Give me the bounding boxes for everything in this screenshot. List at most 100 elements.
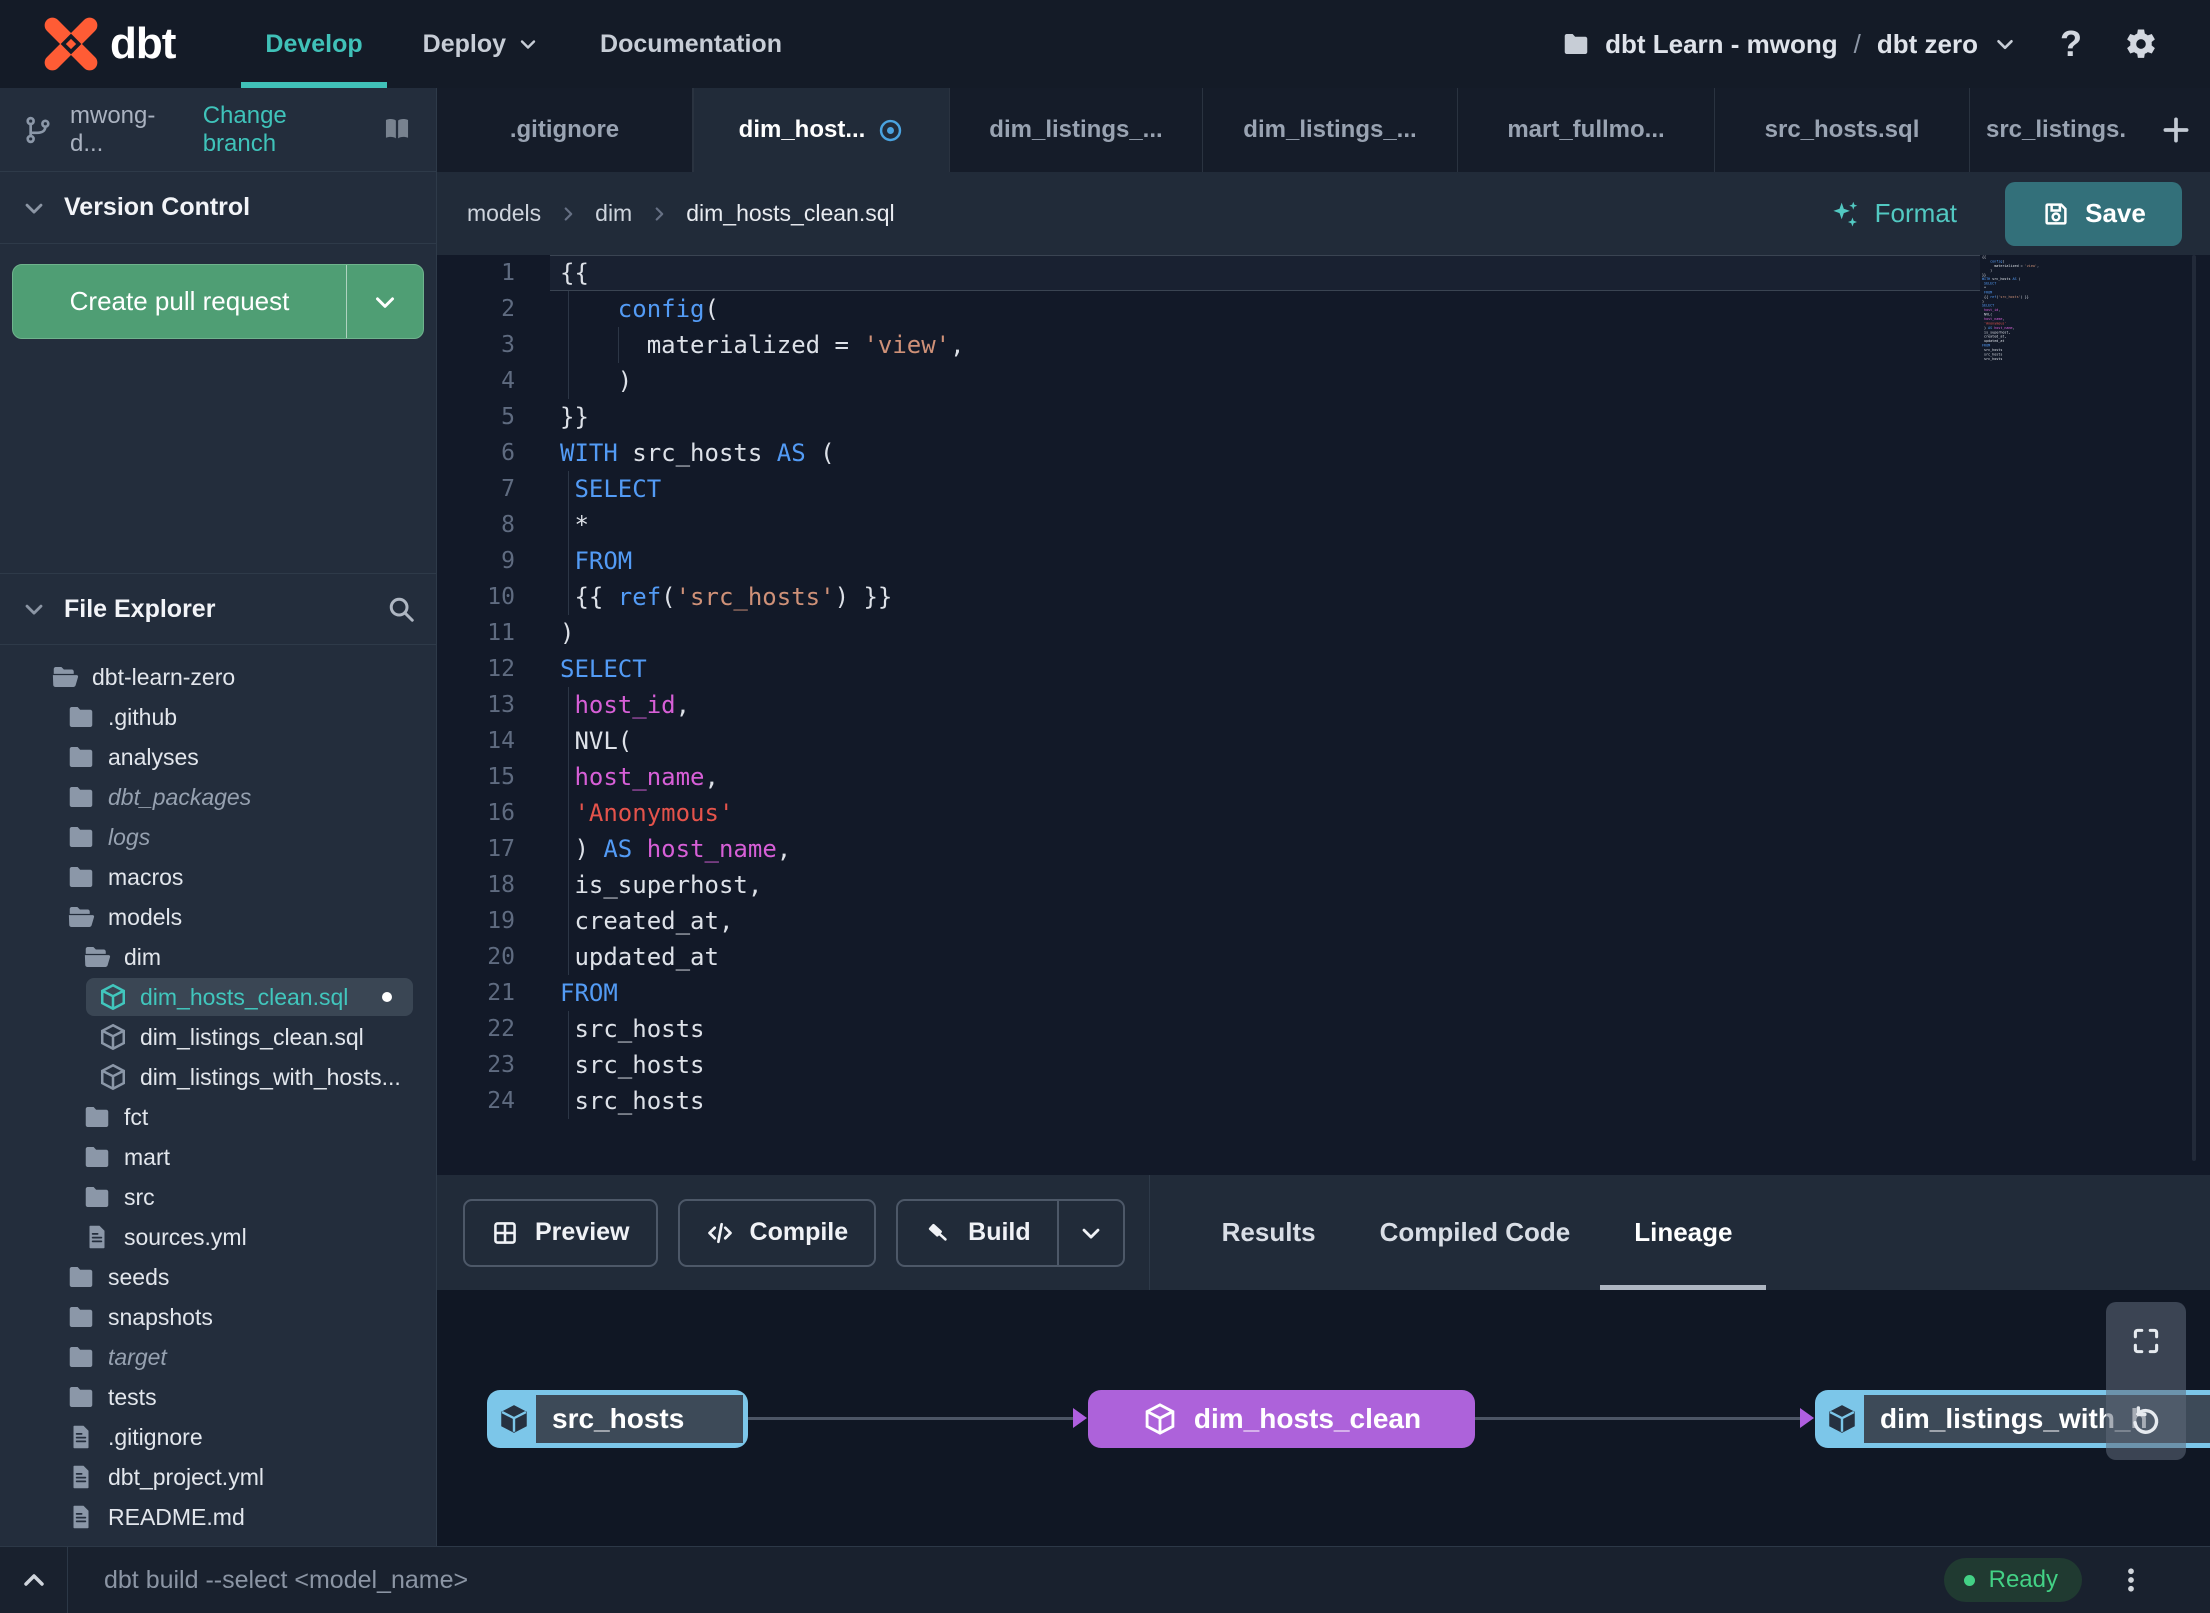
tree-item-src[interactable]: src: [0, 1177, 436, 1217]
folder-icon: [66, 1382, 96, 1412]
panel-tab-results[interactable]: Results: [1190, 1175, 1348, 1290]
editor-tab-mart-fullmo-[interactable]: mart_fullmo...: [1458, 88, 1715, 172]
tree-item-label: dbt_project.yml: [108, 1463, 264, 1490]
save-button[interactable]: Save: [2005, 181, 2182, 246]
code-line-12: 12 SELECT: [437, 651, 2210, 687]
tree-item-macros[interactable]: macros: [0, 857, 436, 897]
editor-tab-dim-host-[interactable]: dim_host...: [693, 88, 950, 172]
code-line-1: 1 {{: [437, 255, 2210, 291]
file-icon: [82, 1222, 112, 1252]
line-number: 18: [487, 872, 515, 898]
tree-item-dim[interactable]: dim: [0, 937, 436, 977]
editor-tab-dim-listings-[interactable]: dim_listings_...: [1203, 88, 1458, 172]
create-pull-request-button[interactable]: Create pull request: [12, 264, 424, 339]
line-number: 20: [487, 944, 515, 970]
editor-tab-src-hosts-sql[interactable]: src_hosts.sql: [1715, 88, 1970, 172]
tree-item--gitignore[interactable]: .gitignore: [0, 1417, 436, 1457]
tree-item-readme-md[interactable]: README.md: [0, 1497, 436, 1537]
panel-tab-lineage[interactable]: Lineage: [1600, 1175, 1767, 1290]
tree-item-seeds[interactable]: seeds: [0, 1257, 436, 1297]
search-icon[interactable]: [386, 594, 416, 624]
nav-item-develop[interactable]: Develop: [235, 0, 392, 88]
indent-guide: [568, 687, 569, 975]
format-button[interactable]: Format: [1829, 198, 1957, 230]
tree-item-logs[interactable]: logs: [0, 817, 436, 857]
minimap[interactable]: {{ config( materialized = 'view', )}} WIT…: [1982, 255, 2092, 435]
tab-label: src_listings.: [1985, 116, 2127, 143]
lineage-node-src-hosts[interactable]: src_hosts: [487, 1390, 748, 1448]
tree-item-dbt-learn-zero[interactable]: dbt-learn-zero: [0, 657, 436, 697]
expand-command-bar-button[interactable]: [0, 1547, 68, 1613]
lineage-node-dim-hosts-clean[interactable]: dim_hosts_clean: [1088, 1390, 1475, 1448]
tree-item-label: fct: [124, 1103, 149, 1130]
tree-item-analyses[interactable]: analyses: [0, 737, 436, 777]
tree-item--github[interactable]: .github: [0, 697, 436, 737]
floppy-icon: [2041, 199, 2071, 229]
nav-item-documentation[interactable]: Documentation: [570, 0, 812, 88]
editor-tab-dim-listings-[interactable]: dim_listings_...: [950, 88, 1203, 172]
tree-item-dbt-project-yml[interactable]: dbt_project.yml: [0, 1457, 436, 1497]
change-branch-link[interactable]: Change branch: [203, 102, 364, 158]
code-line-19: 19 created_at,: [437, 903, 2210, 939]
code-line-21: 21 FROM: [437, 975, 2210, 1011]
gear-icon[interactable]: [2124, 27, 2158, 61]
panel-tab-label: Compiled Code: [1379, 1217, 1571, 1247]
tree-item-sources-yml[interactable]: sources.yml: [0, 1217, 436, 1257]
compile-button[interactable]: Compile: [677, 1198, 877, 1267]
help-button[interactable]: ?: [2060, 23, 2082, 65]
pull-request-dropdown[interactable]: [347, 265, 423, 338]
panel-tab-compiled-code[interactable]: Compiled Code: [1348, 1175, 1603, 1290]
editor-tab-src-listings-[interactable]: src_listings.: [1970, 88, 2142, 172]
tree-item-mart[interactable]: mart: [0, 1137, 436, 1177]
folder-icon: [66, 862, 96, 892]
nav-item-deploy[interactable]: Deploy: [393, 0, 570, 88]
code-line-content: }}: [560, 403, 589, 431]
docs-book-icon[interactable]: [380, 113, 414, 147]
version-control-header[interactable]: Version Control: [0, 172, 436, 244]
tree-item-dim-listings-with-hosts-[interactable]: dim_listings_with_hosts...: [0, 1057, 436, 1097]
nav-item-label: Documentation: [600, 29, 782, 58]
tree-item-fct[interactable]: fct: [0, 1097, 436, 1137]
account-name: dbt Learn - mwong: [1605, 28, 1838, 59]
tree-item-target[interactable]: target: [0, 1337, 436, 1377]
lineage-graph[interactable]: src_hosts dim_hosts_clean dim_listings_w…: [437, 1290, 2210, 1546]
build-dropdown[interactable]: [1059, 1201, 1123, 1265]
project-name: dbt zero: [1876, 28, 1978, 59]
project-selector[interactable]: dbt Learn - mwong / dbt zero: [1561, 29, 2018, 60]
tree-item-dim-hosts-clean-sql[interactable]: dim_hosts_clean.sql: [0, 977, 436, 1017]
breadcrumb-item[interactable]: dim: [595, 200, 632, 227]
line-number: 4: [501, 368, 515, 394]
code-line-content: updated_at: [560, 943, 719, 971]
tree-item-dim-listings-clean-sql[interactable]: dim_listings_clean.sql: [0, 1017, 436, 1057]
editor-scrollbar[interactable]: [2192, 255, 2196, 1161]
tree-item-label: macros: [108, 863, 184, 890]
code-editor[interactable]: 1{{2 config(3 materialized = 'view', 4 ) 5…: [437, 255, 2210, 1175]
line-number: 23: [487, 1052, 515, 1078]
breadcrumb-item[interactable]: dim_hosts_clean.sql: [686, 200, 894, 227]
breadcrumb-item[interactable]: models: [467, 200, 541, 227]
tree-item-tests[interactable]: tests: [0, 1377, 436, 1417]
refresh-icon[interactable]: [2129, 1404, 2163, 1438]
nav-item-label: Deploy: [422, 29, 507, 58]
tree-item-label: dim_listings_clean.sql: [140, 1023, 364, 1050]
kebab-menu-icon[interactable]: [2116, 1565, 2146, 1595]
preview-button[interactable]: Preview: [463, 1198, 658, 1267]
command-input[interactable]: dbt build --select <model_name>: [104, 1566, 468, 1595]
tree-item-label: tests: [108, 1383, 157, 1410]
tree-item-dbt-packages[interactable]: dbt_packages: [0, 777, 436, 817]
tree-item-snapshots[interactable]: snapshots: [0, 1297, 436, 1337]
dbt-logo[interactable]: dbt: [40, 13, 176, 75]
new-tab-button[interactable]: [2142, 88, 2210, 172]
build-button[interactable]: Build: [896, 1198, 1125, 1267]
line-number: 12: [487, 656, 515, 682]
fullscreen-icon[interactable]: [2129, 1324, 2163, 1358]
line-number: 13: [487, 692, 515, 718]
editor-tab--gitignore[interactable]: .gitignore: [437, 88, 693, 172]
editor-pane: .gitignore dim_host... dim_listings_... dim…: [437, 88, 2210, 1546]
indent-guide: [618, 327, 619, 363]
file-explorer-header[interactable]: File Explorer: [0, 573, 436, 645]
line-number: 8: [501, 512, 515, 538]
code-line-content: {{ ref('src_hosts') }}: [560, 583, 893, 611]
tree-item-models[interactable]: models: [0, 897, 436, 937]
